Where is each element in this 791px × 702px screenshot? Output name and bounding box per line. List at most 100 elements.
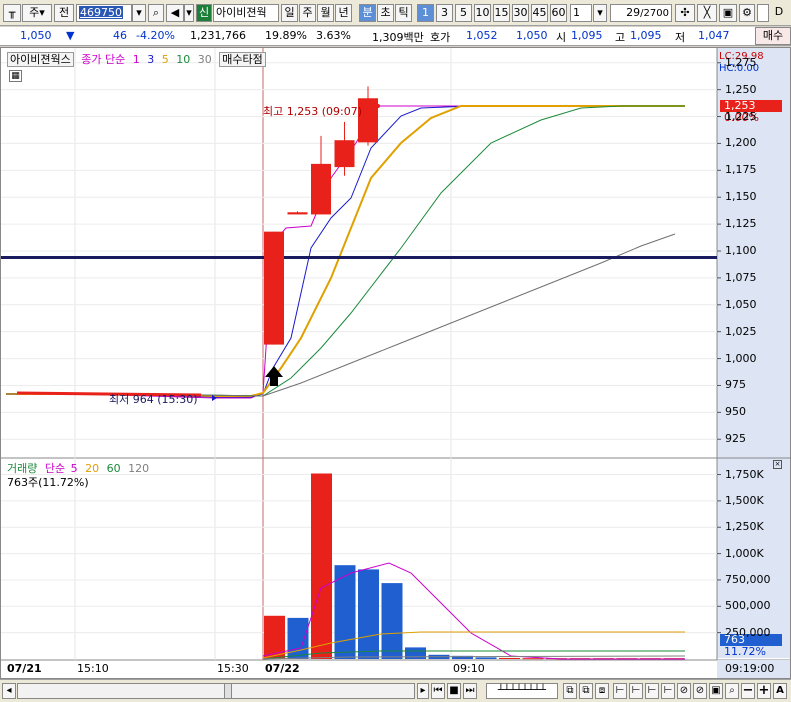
open-label: 시: [556, 31, 567, 44]
low-label: 저: [675, 31, 686, 44]
save-icon[interactable]: ▣: [719, 4, 737, 22]
chart-area[interactable]: 아이비젼웍스 종가 단순 1 3 5 10 30 매수타점 ▦ LC:29.98…: [0, 47, 791, 679]
x-label-time-3: 09:10: [453, 662, 485, 675]
quote-info-row: 1,050 ▼ 46 -4.20% 1,231,766 19.89% 3.63%…: [0, 27, 791, 46]
page-total: /2700: [640, 8, 669, 19]
new-listing-badge: 신: [196, 4, 212, 22]
volume-tick-label: 1,750K: [725, 467, 764, 481]
scroll-left-icon[interactable]: ◂: [2, 683, 16, 699]
legend-ma-5: 5: [161, 53, 169, 66]
minute-15[interactable]: 15: [493, 4, 510, 22]
x-label-time-1: 15:10: [77, 662, 109, 675]
font-size-icon[interactable]: A: [773, 683, 787, 699]
scroll-thumb[interactable]: [224, 683, 232, 699]
period-minute[interactable]: 분: [359, 4, 376, 22]
tool-icon-8[interactable]: ⊘: [677, 683, 691, 699]
minute-10[interactable]: 10: [474, 4, 491, 22]
grid-toggle-icon[interactable]: ▦: [9, 70, 22, 82]
high-value: 1,095: [630, 29, 662, 42]
volume-current: 763주(11.72%): [7, 476, 89, 489]
volume-bar: [475, 657, 497, 659]
price-tick-label: 1,050: [725, 297, 757, 311]
rewind-icon[interactable]: ⏮: [431, 683, 445, 699]
candle-body: [287, 212, 308, 215]
tool-icon-7[interactable]: ⊢: [661, 683, 675, 699]
period-mode-select[interactable]: 주▾: [22, 4, 52, 22]
price-tick-label: 1,275: [725, 55, 757, 69]
x-label-time-2: 15:30: [217, 662, 249, 675]
buy-button[interactable]: 매수: [755, 27, 791, 45]
expand-icon[interactable]: ✣: [675, 4, 695, 22]
legend-ma-30: 30: [197, 53, 212, 66]
tool-icon-9[interactable]: ⊘: [693, 683, 707, 699]
stock-code-value: 469750: [79, 6, 123, 19]
period-second[interactable]: 초: [377, 4, 394, 22]
page-count-value: 29: [626, 6, 641, 19]
turnover-percent: 19.89%: [265, 29, 307, 42]
minute-60[interactable]: 60: [550, 4, 567, 22]
toolbar: ╥ 주▾ 전 469750 ▾ ⌕ ◀ ▾ 신 아이비젼웍 일 주 월 년 분 …: [0, 0, 791, 26]
code-dropdown-button[interactable]: ▾: [132, 4, 146, 22]
volume-bar: [311, 473, 332, 659]
volume-tick-label: 1,250K: [725, 520, 764, 534]
tool-icon-1[interactable]: ⧉: [563, 683, 577, 699]
volume-ma-60: 60: [106, 462, 121, 475]
legend-stock-tag[interactable]: 아이비젼웍스: [7, 52, 74, 67]
change-percent: -4.20%: [136, 29, 175, 42]
tool-icon-6[interactable]: ⊢: [645, 683, 659, 699]
price-tick-label: 1,000: [725, 351, 757, 365]
tool-icon-3[interactable]: ⧈: [595, 683, 609, 699]
minute-45[interactable]: 45: [531, 4, 548, 22]
chart-type-icon[interactable]: ╥: [3, 4, 21, 22]
low-value: 1,047: [698, 29, 730, 42]
speaker-icon[interactable]: ◀: [166, 4, 184, 22]
price-tick-label: 1,150: [725, 190, 757, 204]
period-day[interactable]: 일: [281, 4, 298, 22]
low-annotation: 최저 964 (15:30): [109, 393, 198, 406]
speaker-dropdown[interactable]: ▾: [184, 4, 194, 22]
zoom-slider[interactable]: ┴┴┴┴┴┴┴┴: [486, 683, 558, 699]
prev-button[interactable]: 전: [54, 4, 74, 22]
legend-ma-10: 10: [176, 53, 191, 66]
scroll-right-icon[interactable]: ▸: [417, 683, 429, 699]
scroll-toolbar: ◂ ▸ ⏮ ■ ⏭ ┴┴┴┴┴┴┴┴ ⧉ ⧉ ⧈ ⊢ ⊢ ⊢ ⊢ ⊘ ⊘ ▣ ⌕…: [0, 679, 791, 702]
period-month[interactable]: 월: [317, 4, 334, 22]
minute-30[interactable]: 30: [512, 4, 529, 22]
candle-body: [311, 163, 331, 215]
volume-ma-120: 120: [128, 462, 150, 475]
volume-value: 1,231,766: [190, 29, 246, 42]
draw-icon[interactable]: ╳: [697, 4, 717, 22]
tool-icon-2[interactable]: ⧉: [579, 683, 593, 699]
high-label: 고: [615, 31, 626, 44]
interval-input[interactable]: 1: [570, 4, 592, 22]
trade-amount: 1,309백만: [372, 31, 424, 44]
stop-icon[interactable]: ■: [447, 683, 461, 699]
minute-5[interactable]: 5: [455, 4, 472, 22]
price-tick-label: 1,250: [725, 82, 757, 96]
tool-icon-5[interactable]: ⊢: [629, 683, 643, 699]
price-tick-label: 1,025: [725, 324, 757, 338]
checkbox-1[interactable]: [757, 4, 769, 22]
stock-code-input[interactable]: 469750: [76, 4, 132, 22]
settings-icon[interactable]: ⚙: [739, 4, 755, 22]
zoom-in-search-icon[interactable]: ⌕: [725, 683, 739, 699]
change-value: 46: [113, 29, 127, 42]
period-tick[interactable]: 틱: [395, 4, 412, 22]
search-icon[interactable]: ⌕: [148, 4, 164, 22]
legend-marker-tag[interactable]: 매수타점: [219, 52, 266, 67]
interval-dropdown[interactable]: ▾: [593, 4, 607, 22]
period-year[interactable]: 년: [335, 4, 352, 22]
minute-1[interactable]: 1: [417, 4, 434, 22]
zoom-out-icon[interactable]: −: [741, 683, 755, 699]
volume-panel-close-icon[interactable]: ×: [773, 460, 782, 469]
zoom-in-icon[interactable]: +: [757, 683, 771, 699]
volume-tick-label: 750,000: [725, 572, 771, 586]
fast-forward-icon[interactable]: ⏭: [463, 683, 477, 699]
scroll-track[interactable]: [17, 683, 415, 699]
price-tick-label: 1,200: [725, 136, 757, 150]
camera-icon[interactable]: ▣: [709, 683, 723, 699]
minute-3[interactable]: 3: [436, 4, 453, 22]
period-week[interactable]: 주: [299, 4, 316, 22]
page-count-input[interactable]: 29/2700: [610, 4, 672, 22]
tool-icon-4[interactable]: ⊢: [613, 683, 627, 699]
